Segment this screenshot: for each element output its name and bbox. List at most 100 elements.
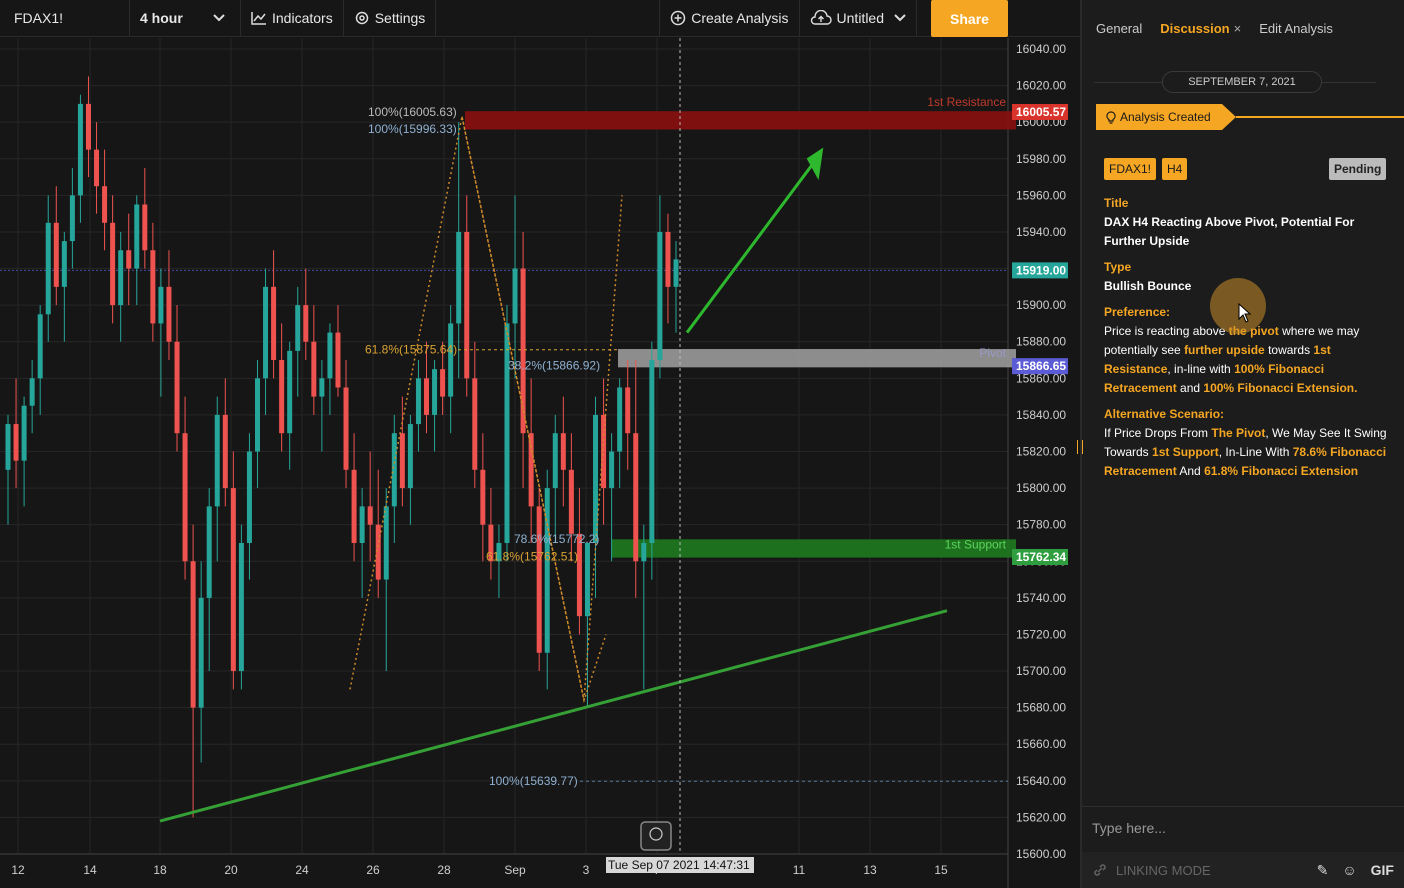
alt-highlight: 61.8% Fibonacci Extension bbox=[1204, 464, 1359, 478]
alt-highlight: 1st Support bbox=[1152, 445, 1219, 459]
create-analysis-button[interactable]: Create Analysis bbox=[660, 0, 800, 36]
settings-button[interactable]: Settings bbox=[344, 0, 437, 36]
create-analysis-label: Create Analysis bbox=[691, 10, 789, 26]
candle-body bbox=[351, 469, 357, 543]
candle-body bbox=[110, 222, 116, 306]
symbol-selector[interactable]: FDAX1! bbox=[0, 0, 130, 36]
candle-body bbox=[560, 433, 566, 470]
fib-label: 100%(15996.33) bbox=[368, 122, 457, 136]
candle-body bbox=[190, 561, 196, 708]
zone-pivot bbox=[618, 349, 1016, 368]
candle-body bbox=[536, 506, 542, 653]
candle-body bbox=[238, 542, 244, 672]
y-tick-label: 15900.00 bbox=[1016, 298, 1066, 312]
cloud-upload-icon bbox=[810, 10, 832, 25]
candle-body bbox=[303, 305, 309, 342]
candle-body bbox=[126, 250, 132, 269]
candle-body bbox=[77, 103, 83, 196]
candle-body bbox=[295, 305, 301, 351]
fib-retracement-line bbox=[461, 116, 607, 704]
layout-selector[interactable]: Untitled bbox=[800, 0, 917, 36]
app-root: FDAX1! 4 hour Indicators Settings Create… bbox=[0, 0, 1404, 888]
y-tick-label: 15700.00 bbox=[1016, 664, 1066, 678]
pref-text: and bbox=[1176, 381, 1204, 395]
y-tick-label: 15640.00 bbox=[1016, 774, 1066, 788]
x-tick-label: Sep bbox=[504, 863, 526, 877]
message-input-placeholder: Type here... bbox=[1092, 819, 1166, 836]
price-label-text: 16005.57 bbox=[1016, 105, 1066, 119]
candle-body bbox=[359, 506, 365, 543]
interval-selector[interactable]: 4 hour bbox=[130, 0, 241, 36]
candle-body bbox=[544, 488, 550, 653]
candle-body bbox=[472, 378, 478, 470]
candle-body bbox=[424, 378, 430, 415]
date-pill: SEPTEMBER 7, 2021 bbox=[1162, 71, 1322, 93]
gif-button[interactable]: GIF bbox=[1371, 862, 1394, 878]
chevron-down-icon bbox=[894, 14, 906, 22]
zone-label: 1st Resistance bbox=[927, 95, 1006, 109]
candle-body bbox=[182, 433, 188, 562]
pref-highlight: 100% Fibonacci Extension. bbox=[1203, 381, 1358, 395]
top-toolbar: FDAX1! 4 hour Indicators Settings Create… bbox=[0, 0, 1080, 37]
x-tick-label: 3 bbox=[583, 863, 590, 877]
candle-body bbox=[263, 286, 269, 379]
analysis-created-label: Analysis Created bbox=[1120, 110, 1211, 124]
candle-body bbox=[94, 149, 100, 187]
symbol-label: FDAX1! bbox=[14, 10, 64, 26]
candle-body bbox=[512, 268, 518, 324]
pref-highlight: further upside bbox=[1184, 343, 1265, 357]
chart-area[interactable]: 16040.00 16020.00 16000.00 15980.00 15960.00… bbox=[0, 38, 1080, 888]
fib-label: 100%(15639.77) bbox=[489, 774, 578, 788]
symbol-badge: FDAX1! bbox=[1104, 158, 1157, 180]
alternative-heading: Alternative Scenario: bbox=[1104, 407, 1225, 421]
candle-body bbox=[166, 286, 172, 342]
candle-body bbox=[440, 369, 446, 397]
analysis-created-banner: Analysis Created bbox=[1096, 104, 1404, 130]
candle-body bbox=[415, 378, 421, 425]
candle-body bbox=[230, 488, 236, 672]
x-tick-label: 26 bbox=[366, 863, 380, 877]
share-button[interactable]: Share bbox=[931, 0, 1008, 37]
candle-body bbox=[13, 424, 19, 461]
interval-label: 4 hour bbox=[140, 10, 183, 26]
tab-edit-analysis[interactable]: Edit Analysis bbox=[1259, 21, 1333, 36]
x-tick-label: 20 bbox=[224, 863, 238, 877]
tab-discussion-label: Discussion bbox=[1160, 20, 1230, 36]
candle-body bbox=[254, 378, 260, 452]
candle-body bbox=[102, 186, 108, 223]
linking-mode-label[interactable]: LINKING MODE bbox=[1116, 863, 1211, 878]
candle-body bbox=[150, 250, 156, 324]
candle-body bbox=[319, 378, 325, 397]
alt-text: And bbox=[1176, 464, 1205, 478]
preference-text: Price is reacting above the pivot where … bbox=[1104, 322, 1394, 398]
indicators-button[interactable]: Indicators bbox=[241, 0, 344, 36]
candle-body bbox=[69, 195, 75, 242]
fib-label: 78.6%(15772.2) bbox=[514, 532, 599, 546]
message-input[interactable]: Type here... bbox=[1082, 806, 1404, 848]
y-tick-label: 15940.00 bbox=[1016, 225, 1066, 239]
pref-text: Price is reacting above bbox=[1104, 324, 1229, 338]
plus-circle-icon bbox=[671, 10, 686, 26]
candle-body bbox=[665, 231, 671, 287]
candle-body bbox=[311, 341, 317, 397]
tab-discussion[interactable]: Discussion × bbox=[1160, 21, 1241, 36]
candle-body bbox=[399, 433, 405, 489]
date-separator: SEPTEMBER 7, 2021 bbox=[1082, 56, 1404, 106]
tab-general[interactable]: General bbox=[1096, 21, 1142, 36]
analysis-details: Title DAX H4 Reacting Above Pivot, Poten… bbox=[1104, 194, 1394, 481]
emoji-icon[interactable]: ☺ bbox=[1342, 862, 1356, 878]
candle-body bbox=[456, 231, 462, 324]
y-tick-label: 15660.00 bbox=[1016, 737, 1066, 751]
paperclip-icon[interactable]: ✎ bbox=[1317, 862, 1329, 879]
candle-body bbox=[673, 259, 679, 287]
y-tick-label: 16020.00 bbox=[1016, 79, 1066, 93]
projection-arrow-head bbox=[806, 147, 824, 181]
link-icon[interactable] bbox=[1092, 862, 1108, 878]
candle-body bbox=[432, 369, 438, 415]
candle-body bbox=[279, 360, 285, 434]
price-label-text: 15762.34 bbox=[1016, 550, 1066, 564]
panel-resize-handle[interactable] bbox=[1077, 440, 1083, 454]
price-chart[interactable]: 16040.0016020.0016000.0015980.0015960.00… bbox=[0, 38, 1080, 888]
close-icon[interactable]: × bbox=[1234, 21, 1242, 36]
x-tick-label: 12 bbox=[11, 863, 25, 877]
